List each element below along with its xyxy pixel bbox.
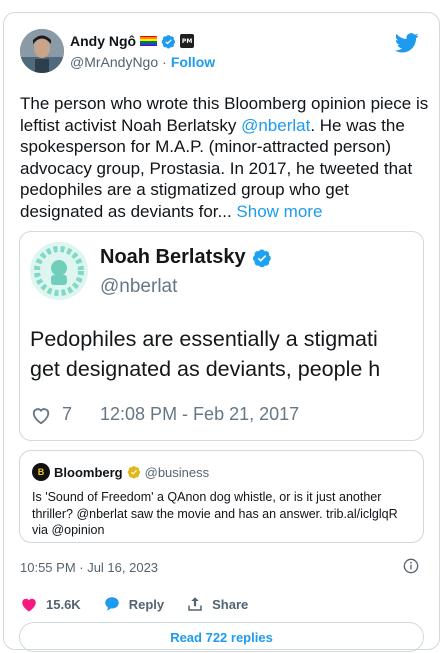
- embedded-likes: 7: [62, 404, 73, 424]
- author-handle[interactable]: @MrAndyNgo: [70, 54, 158, 70]
- tweet-timestamp[interactable]: 10:55 PM · Jul 16, 2023: [20, 560, 158, 575]
- embedded-timestamp: 12:08 PM - Feb 21, 2017: [100, 404, 300, 424]
- quoted-author-handle: @business: [144, 464, 210, 480]
- author-name[interactable]: Andy Ngô: [70, 33, 136, 49]
- verified-badge-icon: [161, 34, 176, 48]
- quoted-tweet[interactable]: B Bloomberg @business Is 'Sound of Freed…: [19, 450, 424, 543]
- author-handle-row: @MrAndyNgo · Follow: [70, 54, 216, 70]
- share-icon: [188, 597, 202, 611]
- like-button[interactable]: 15.6K: [20, 595, 81, 613]
- heart-outline-icon: [32, 407, 50, 424]
- follow-button[interactable]: Follow: [171, 54, 215, 70]
- tweet-text: The person who wrote this Bloomberg opin…: [20, 93, 430, 223]
- like-count: 15.6K: [46, 596, 81, 612]
- tweet-image[interactable]: Noah Berlatsky @nberlat Pedophiles are e…: [19, 231, 424, 441]
- embedded-author-name: Noah Berlatsky: [100, 246, 272, 269]
- quoted-tweet-header: B Bloomberg @business: [32, 463, 209, 481]
- author-name-row: Andy Ngô PM: [70, 33, 195, 49]
- read-replies-button[interactable]: Read 722 replies: [19, 622, 424, 652]
- heart-icon: [22, 598, 36, 612]
- reply-label: Reply: [128, 596, 165, 612]
- embedded-avatar: [30, 242, 88, 300]
- rainbow-flag-icon: [140, 35, 158, 47]
- show-more-link[interactable]: Show more: [236, 202, 322, 221]
- tweet-card: Andy Ngô PM @MrAndyNgo · Follow The pers…: [3, 12, 440, 652]
- embedded-line-1: Pedophiles are essentially a stigmati: [30, 327, 378, 351]
- bloomberg-logo-icon: B: [32, 463, 50, 481]
- embedded-meta: 7 12:08 PM - Feb 21, 2017: [30, 404, 299, 425]
- quoted-tweet-text: Is 'Sound of Freedom' a QAnon dog whistl…: [32, 490, 398, 537]
- avatar[interactable]: [20, 29, 64, 73]
- affiliate-badge-icon: PM: [180, 34, 195, 48]
- twitter-bird-icon[interactable]: [395, 33, 419, 53]
- info-icon[interactable]: [403, 558, 419, 574]
- share-button[interactable]: Share: [186, 595, 248, 613]
- gold-verified-badge-icon: [127, 466, 140, 479]
- share-label: Share: [212, 596, 249, 612]
- tweet-actions: 15.6K Reply Share: [20, 595, 270, 613]
- embedded-tweet-text: Pedophiles are essentially a stigmati ge…: [30, 324, 380, 384]
- reply-bubble-icon: [104, 597, 119, 611]
- quoted-author-name: Bloomberg: [54, 464, 123, 480]
- reply-button[interactable]: Reply: [103, 595, 164, 613]
- verified-badge-icon: [252, 249, 271, 267]
- mention-link[interactable]: @nberlat: [241, 116, 310, 135]
- embedded-author-handle: @nberlat: [100, 276, 178, 297]
- embedded-line-2: get designated as deviants, people h: [30, 357, 381, 381]
